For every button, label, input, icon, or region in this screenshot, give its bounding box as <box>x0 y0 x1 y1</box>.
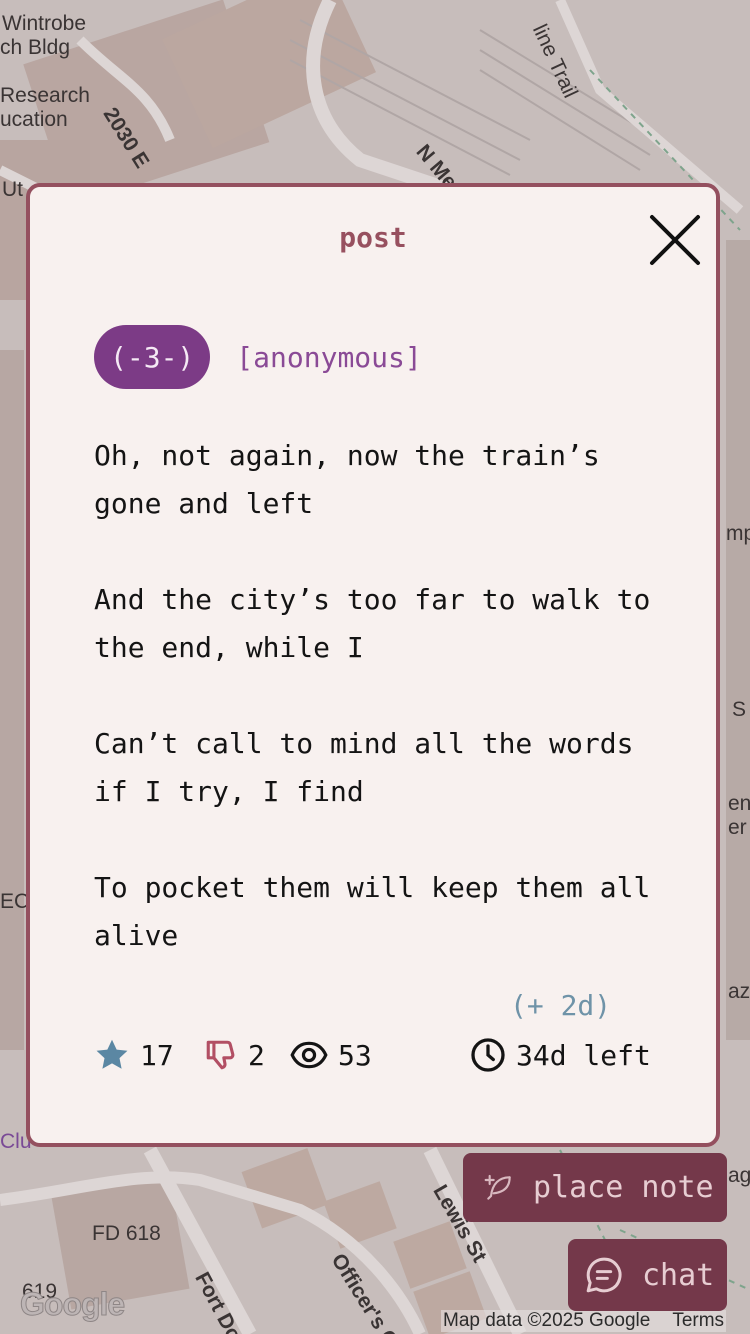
star-icon <box>96 1039 128 1069</box>
post-line: Can’t call to mind all the words if I tr… <box>94 727 634 808</box>
map-label: az <box>728 980 750 1003</box>
map-label: ucation <box>0 108 68 131</box>
map-attribution: Map data ©2025 Google Terms <box>441 1310 727 1332</box>
thumbs-down-icon <box>206 1040 235 1070</box>
map-label: ent <box>728 792 750 815</box>
post-modal: post (-3-) [anonymous] Oh, not again, no… <box>26 183 720 1147</box>
map-label: FD 618 <box>92 1222 161 1245</box>
dislike-stat[interactable]: 2 <box>204 1037 265 1073</box>
time-left-stat: 34d left <box>470 1037 651 1073</box>
map-label: mp <box>726 522 750 545</box>
map-label: er <box>728 816 747 839</box>
post-line: And the city’s too far to walk to the en… <box>94 583 651 664</box>
chat-button[interactable]: chat <box>568 1239 727 1311</box>
google-logo: Google <box>19 1286 125 1323</box>
map-label: ch Bldg <box>0 36 71 59</box>
author-row: (-3-) [anonymous] <box>94 325 422 389</box>
terms-link[interactable]: Terms <box>672 1310 724 1331</box>
chat-label: chat <box>642 1257 715 1293</box>
map-label: S <box>732 698 747 721</box>
post-line: To pocket them will keep them all alive <box>94 871 651 952</box>
extend-time-button[interactable]: (+ 2d) <box>510 989 611 1022</box>
close-x-icon <box>650 215 700 265</box>
time-left-text: 34d left <box>516 1038 651 1072</box>
map-label: ag <box>728 1164 750 1187</box>
modal-title: post <box>339 221 407 254</box>
feather-plus-icon <box>484 1174 511 1200</box>
map-label: Ut <box>2 178 23 201</box>
clock-icon <box>471 1038 505 1072</box>
post-line: Oh, not again, now the train’s gone and … <box>94 439 600 520</box>
eye-icon <box>290 1041 328 1069</box>
post-body: Oh, not again, now the train’s gone and … <box>94 432 654 1008</box>
score-badge[interactable]: (-3-) <box>94 325 211 389</box>
place-note-button[interactable]: place note <box>463 1153 727 1222</box>
close-button[interactable] <box>646 211 704 269</box>
map-data-text: Map data ©2025 Google <box>443 1310 651 1331</box>
map-label: EC <box>0 890 30 913</box>
views-stat: 53 <box>290 1037 372 1073</box>
stats-row: 17 2 53 34d left <box>94 1037 674 1073</box>
star-stat[interactable]: 17 <box>94 1037 174 1073</box>
map-label: Research <box>0 84 90 107</box>
dislike-count: 2 <box>248 1038 265 1072</box>
map-label: Wintrobe <box>2 12 87 35</box>
chat-bubble-icon <box>586 1257 622 1293</box>
author-name[interactable]: [anonymous] <box>236 341 421 374</box>
place-note-label: place note <box>533 1170 714 1205</box>
star-count: 17 <box>140 1038 174 1072</box>
view-count: 53 <box>338 1038 372 1072</box>
